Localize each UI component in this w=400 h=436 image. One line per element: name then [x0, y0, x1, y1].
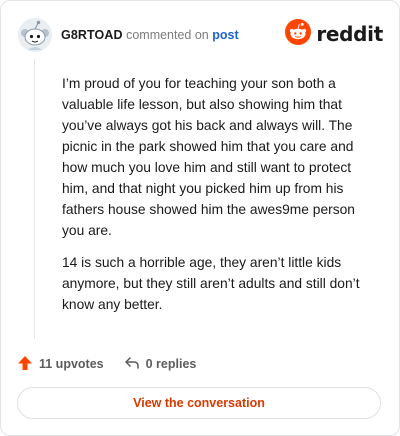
comment-header: G8RTOAD commented on post reddit [17, 17, 383, 53]
upvote-count: 11 upvotes [39, 357, 104, 371]
reply-count: 0 replies [145, 357, 197, 371]
comment-body: I’m proud of you for teaching your son b… [62, 73, 380, 326]
commented-on-label: commented on [126, 28, 209, 42]
reddit-wordmark: reddit [316, 22, 383, 46]
upvote-button[interactable]: 11 upvotes [17, 355, 104, 374]
comment-paragraph: 14 is such a horrible age, they aren’t l… [62, 255, 360, 312]
post-link[interactable]: post [212, 28, 238, 42]
comment-paragraph: I’m proud of you for teaching your son b… [62, 76, 355, 238]
comment-actions: 11 upvotes 0 replies [17, 353, 196, 375]
reddit-brand[interactable]: reddit [285, 18, 383, 50]
snoo-avatar-icon[interactable] [17, 17, 53, 53]
reply-arrow-icon [124, 355, 140, 374]
upvote-arrow-icon [17, 355, 33, 374]
view-conversation-button[interactable]: View the conversation [17, 387, 381, 419]
username-link[interactable]: G8RTOAD [61, 28, 123, 42]
reddit-logo-icon [285, 18, 312, 50]
comment-card: G8RTOAD commented on post reddit I’m pro… [0, 0, 400, 436]
thread-line [34, 59, 35, 339]
reply-button[interactable]: 0 replies [124, 355, 197, 374]
comment-meta: G8RTOAD commented on post [61, 27, 239, 43]
